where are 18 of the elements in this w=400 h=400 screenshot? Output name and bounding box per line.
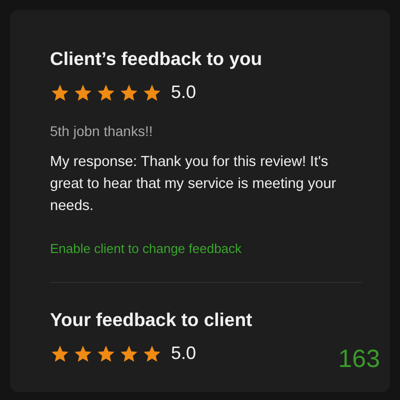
star-icon [142,82,162,102]
enable-change-link[interactable]: Enable client to change feedback [50,241,362,256]
star-icon [96,344,116,364]
star-icon [73,82,93,102]
rating-value: 5.0 [171,343,196,364]
star-icon [119,82,139,102]
star-icon [96,82,116,102]
star-icon [73,344,93,364]
counter-number: 163 [338,345,380,374]
rating-value: 5.0 [171,82,196,103]
section-title: Client’s feedback to you [50,48,264,70]
client-comment: 5th jobn thanks!! [50,123,154,139]
response-text: My response: Thank you for this review! It's great to hear that my service is meeting your needs. [50,153,338,216]
section-title: Your feedback to client [50,309,254,331]
star-icon [119,344,139,364]
star-icon [50,344,70,364]
star-icon [50,82,70,102]
star-icon [142,344,162,364]
